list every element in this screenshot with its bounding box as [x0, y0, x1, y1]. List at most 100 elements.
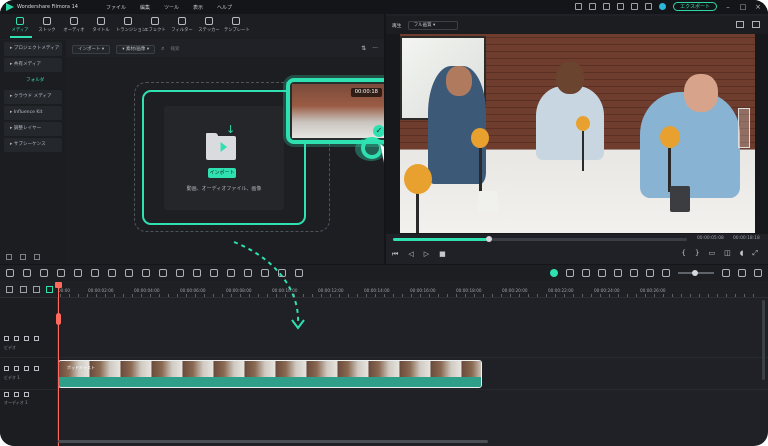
preview-scrubber[interactable]: [393, 238, 687, 241]
trim-icon[interactable]: [108, 269, 116, 277]
maximize-button[interactable]: □: [739, 3, 747, 11]
snapshot-icon[interactable]: [646, 269, 654, 277]
camera-icon[interactable]: ◫: [724, 249, 731, 258]
shield-icon[interactable]: [582, 269, 590, 277]
mark-out-button[interactable]: }: [695, 249, 699, 258]
horizontal-scrollbar[interactable]: [58, 440, 488, 443]
eye-icon[interactable]: [34, 336, 39, 341]
avatar[interactable]: [659, 3, 667, 10]
cloud-icon[interactable]: [617, 3, 625, 10]
menu-edit[interactable]: 編集: [140, 4, 150, 11]
timeline-zoom-slider[interactable]: [678, 270, 714, 276]
tab-title[interactable]: タイトル: [89, 14, 113, 39]
link-icon[interactable]: [20, 286, 27, 293]
zoom-out-icon[interactable]: [662, 269, 670, 277]
search-icon: ⌕: [161, 45, 165, 52]
new-folder-icon[interactable]: [6, 254, 12, 260]
tab-audio[interactable]: オーディオ: [62, 14, 86, 39]
tab-effect[interactable]: エフェクト: [143, 14, 167, 39]
audio-icon[interactable]: [210, 269, 218, 277]
sidebar-item-cloud-media[interactable]: ▸ クラウド メディア: [4, 90, 62, 104]
subtitle-icon[interactable]: [630, 269, 638, 277]
menu-help[interactable]: ヘルプ: [217, 4, 232, 11]
import-button[interactable]: インポート: [208, 168, 236, 178]
add-folder-icon[interactable]: [20, 254, 26, 260]
mic-icon[interactable]: [598, 269, 606, 277]
playhead-handle[interactable]: [55, 282, 62, 288]
speaker-icon[interactable]: [24, 336, 29, 341]
eye-icon[interactable]: [34, 366, 39, 371]
undo-icon[interactable]: [40, 269, 48, 277]
stop-button[interactable]: ■: [439, 250, 446, 258]
speaker-icon[interactable]: [24, 366, 29, 371]
add-track-icon[interactable]: [6, 286, 13, 293]
timeline-clip[interactable]: ポッドキャスト: [58, 360, 482, 388]
sidebar-item-project-media[interactable]: ▸ プロジェクトメディア: [4, 42, 62, 56]
screen-icon[interactable]: [603, 3, 611, 10]
zoom-in-icon[interactable]: [722, 269, 730, 277]
tab-template[interactable]: テンプレート: [224, 14, 250, 39]
previous-frame-button[interactable]: ⏮: [392, 250, 398, 259]
zoom-tool-icon[interactable]: [176, 269, 184, 277]
text-icon[interactable]: [125, 269, 133, 277]
quality-dropdown[interactable]: フル画質 ▾: [407, 20, 458, 30]
collapse-icon[interactable]: [34, 254, 40, 260]
sidebar-item-adjustment-layer[interactable]: ▸ 調整レイヤー: [4, 122, 62, 136]
redo-icon[interactable]: [57, 269, 65, 277]
menu-view[interactable]: 表示: [193, 4, 203, 11]
playhead[interactable]: [58, 282, 59, 446]
settings-icon[interactable]: [754, 269, 762, 277]
play-backward-button[interactable]: ◁: [408, 250, 413, 258]
sidebar-item-folder[interactable]: フォルダ: [4, 74, 62, 88]
volume-icon[interactable]: ◖: [740, 249, 744, 258]
folder-icon[interactable]: [14, 336, 19, 341]
menu-tools[interactable]: ツール: [164, 4, 179, 11]
delete-icon[interactable]: [74, 269, 82, 277]
snapshot-icon[interactable]: [736, 21, 744, 28]
expand-icon[interactable]: ⤢: [752, 249, 758, 258]
cut-icon[interactable]: [91, 269, 99, 277]
lock-icon[interactable]: [33, 286, 40, 293]
tab-stock[interactable]: ストック: [35, 14, 59, 39]
dragged-clip-thumbnail[interactable]: 00:00:18 ✓: [286, 78, 392, 144]
tab-sticker[interactable]: ステッカー: [197, 14, 221, 39]
sidebar-item-influence-kit[interactable]: ▸ Influence Kit: [4, 106, 62, 120]
minimize-button[interactable]: –: [724, 3, 732, 11]
scrubber-handle[interactable]: [486, 236, 492, 242]
vertical-scrollbar[interactable]: [762, 300, 765, 380]
render-icon[interactable]: [550, 269, 558, 277]
sidebar-item-subsequence[interactable]: ▸ サブシーケンス: [4, 138, 62, 152]
marker-icon[interactable]: [566, 269, 574, 277]
more-icon[interactable]: ···: [372, 45, 378, 52]
speaker-icon[interactable]: [24, 392, 29, 397]
monitor-icon[interactable]: ▭: [708, 249, 715, 258]
gift-icon[interactable]: [575, 3, 583, 10]
close-button[interactable]: ×: [754, 3, 762, 11]
tab-transition[interactable]: トランジション: [116, 14, 146, 39]
select-tool-icon[interactable]: [23, 269, 31, 277]
fullscreen-icon[interactable]: [752, 21, 760, 28]
layout-icon[interactable]: [6, 269, 14, 277]
search-input[interactable]: 検索: [170, 46, 179, 52]
folder-icon[interactable]: [14, 392, 19, 397]
filter-sort-icon[interactable]: ⇅: [361, 45, 366, 52]
crop-icon[interactable]: [142, 269, 150, 277]
headset-icon[interactable]: [631, 3, 639, 10]
export-button[interactable]: エクスポート: [673, 2, 717, 11]
mark-in-button[interactable]: {: [682, 249, 686, 258]
sort-dropdown[interactable]: ▾ 素材/画像 ▾: [116, 44, 156, 54]
snap-icon[interactable]: [46, 286, 53, 293]
download-arrow-icon: ↓: [226, 123, 236, 136]
grid-icon[interactable]: [645, 3, 653, 10]
play-button[interactable]: ▷: [424, 250, 429, 258]
color-icon[interactable]: [193, 269, 201, 277]
sidebar-item-shared-media[interactable]: ▸ 共有メディア: [4, 58, 62, 72]
tab-filter[interactable]: フィルター: [170, 14, 194, 39]
transform-icon[interactable]: [159, 269, 167, 277]
import-dropdown[interactable]: インポート ▾: [72, 44, 111, 54]
grid-view-icon[interactable]: [738, 269, 746, 277]
menu-file[interactable]: ファイル: [106, 4, 126, 11]
voiceover-icon[interactable]: [614, 269, 622, 277]
folder-icon[interactable]: [14, 366, 19, 371]
save-icon[interactable]: [589, 3, 597, 10]
